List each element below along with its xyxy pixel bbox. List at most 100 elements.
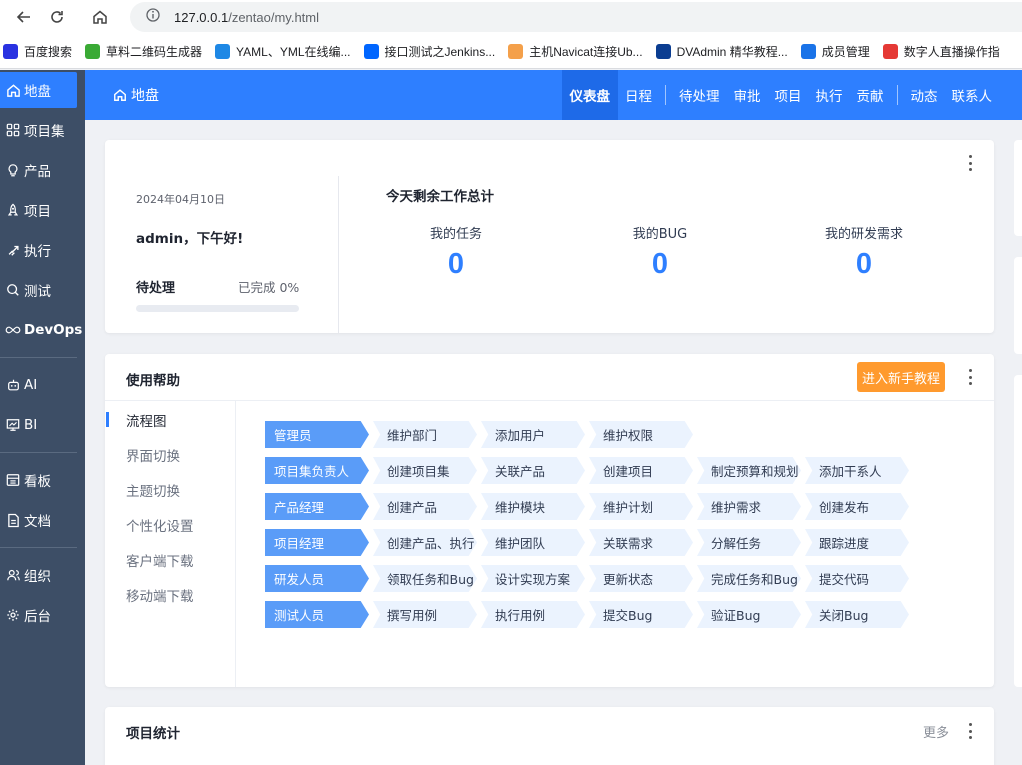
sidebar-item[interactable]: 后台 xyxy=(0,595,85,635)
address-bar[interactable]: 127.0.0.1/zentao/my.html xyxy=(130,2,1022,32)
header-tab[interactable]: 贡献 xyxy=(850,70,891,120)
flow-step[interactable]: 分解任务 xyxy=(697,529,801,556)
bookmark-item[interactable]: 成员管理 xyxy=(800,43,870,60)
guide-button[interactable]: 进入新手教程 xyxy=(857,362,945,392)
bookmark-item[interactable]: 主机Navicat连接Ub... xyxy=(508,43,643,60)
welcome-card: 2024年04月10日 admin，下午好! 待处理 已完成 0% 今天剩余工作… xyxy=(105,140,994,333)
divider xyxy=(338,176,339,333)
header-tab[interactable]: 执行 xyxy=(809,70,850,120)
header-tab[interactable]: 动态 xyxy=(904,70,945,120)
sidebar-item[interactable]: 测试 xyxy=(0,270,85,310)
bookmark-label: 主机Navicat连接Ub... xyxy=(529,45,643,59)
help-menu-item[interactable]: 界面切换 xyxy=(105,437,235,472)
header-brand[interactable]: 地盘 xyxy=(113,70,159,120)
flow-step[interactable]: 跟踪进度 xyxy=(805,529,909,556)
header-tab[interactable]: 日程 xyxy=(618,70,659,120)
todo-label[interactable]: 待处理 xyxy=(136,277,175,296)
header-tab[interactable]: 仪表盘 xyxy=(561,70,618,120)
stat-my-bugs[interactable]: 我的BUG 0 xyxy=(595,223,725,281)
stat-my-stories[interactable]: 我的研发需求 0 xyxy=(799,223,929,281)
flow-step[interactable]: 创建产品 xyxy=(373,493,477,520)
flow-step[interactable]: 提交代码 xyxy=(805,565,909,592)
sidebar-item[interactable]: BI xyxy=(0,405,85,445)
sidebar-item[interactable]: 产品 xyxy=(0,150,85,190)
flow-step[interactable]: 维护部门 xyxy=(373,421,477,448)
flow-step[interactable]: 验证Bug xyxy=(697,601,801,628)
flow-step[interactable]: 关联需求 xyxy=(589,529,693,556)
help-menu-item[interactable]: 客户端下载 xyxy=(105,542,235,577)
flow-role: 产品经理 xyxy=(265,493,369,520)
back-icon[interactable] xyxy=(14,7,34,27)
bookmark-item[interactable]: 草料二维码生成器 xyxy=(85,43,202,60)
sidebar-item[interactable]: 组织 xyxy=(0,555,85,595)
divider xyxy=(105,400,994,401)
sidebar-item-label: 产品 xyxy=(24,164,51,180)
header-tab[interactable]: 项目 xyxy=(768,70,809,120)
help-menu-item[interactable]: 个性化设置 xyxy=(105,507,235,542)
sidebar-item[interactable]: 项目集 xyxy=(0,110,85,150)
site-info-icon[interactable] xyxy=(146,8,160,26)
flow-step[interactable]: 维护模块 xyxy=(481,493,585,520)
flow-step[interactable]: 设计实现方案 xyxy=(481,565,585,592)
sidebar-item[interactable]: AI xyxy=(0,365,85,405)
bookmark-item[interactable]: 接口测试之Jenkins... xyxy=(363,43,496,60)
flow-step[interactable]: 制定预算和规划 xyxy=(697,457,801,484)
bookmark-item[interactable]: YAML、YML在线编... xyxy=(215,43,351,60)
sidebar-item[interactable]: 执行 xyxy=(0,230,85,270)
more-options-icon[interactable] xyxy=(964,155,976,171)
flow-step[interactable]: 维护团队 xyxy=(481,529,585,556)
flow-step[interactable]: 创建项目 xyxy=(589,457,693,484)
help-menu-item[interactable]: 流程图 xyxy=(105,402,235,437)
flow-step[interactable]: 创建产品、执行 xyxy=(373,529,477,556)
more-link[interactable]: 更多 xyxy=(923,722,949,741)
flow-step[interactable]: 领取任务和Bug xyxy=(373,565,477,592)
stat-label: 我的研发需求 xyxy=(824,227,903,242)
sidebar-item[interactable]: 文档 xyxy=(0,500,85,540)
sidebar-item[interactable]: 项目 xyxy=(0,190,85,230)
flow-step[interactable]: 完成任务和Bug xyxy=(697,565,801,592)
sidebar-item-label: BI xyxy=(24,417,38,433)
header-tab[interactable]: 待处理 xyxy=(672,70,727,120)
header-tab[interactable]: 联系人 xyxy=(945,70,1022,120)
run-icon xyxy=(5,242,21,258)
flow-step[interactable]: 维护权限 xyxy=(589,421,693,448)
home-icon xyxy=(113,88,127,102)
bookmark-item[interactable]: DVAdmin 精华教程... xyxy=(655,43,788,60)
flow-step[interactable]: 创建项目集 xyxy=(373,457,477,484)
flow-step[interactable]: 撰写用例 xyxy=(373,601,477,628)
home-browser-icon[interactable] xyxy=(90,7,110,27)
bookmark-label: 接口测试之Jenkins... xyxy=(384,45,496,59)
sidebar-item[interactable]: DevOps xyxy=(0,310,85,350)
bookmark-label: YAML、YML在线编... xyxy=(236,45,351,59)
flow-step[interactable]: 关联产品 xyxy=(481,457,585,484)
flow-step[interactable]: 维护计划 xyxy=(589,493,693,520)
help-menu-item[interactable]: 主题切换 xyxy=(105,472,235,507)
flow-role: 测试人员 xyxy=(265,601,369,628)
bookmark-label: 成员管理 xyxy=(821,45,870,59)
flow-step[interactable]: 维护需求 xyxy=(697,493,801,520)
bookmark-label: 百度搜索 xyxy=(24,45,73,59)
kanban-icon xyxy=(5,472,21,488)
flow-step[interactable]: 关闭Bug xyxy=(805,601,909,628)
flow-step[interactable]: 执行用例 xyxy=(481,601,585,628)
reload-icon[interactable] xyxy=(47,7,67,27)
bookmark-item[interactable]: 数字人直播操作指 xyxy=(882,43,1000,60)
sidebar-item-label: 测试 xyxy=(24,284,51,300)
sidebar-item[interactable]: 看板 xyxy=(0,460,85,500)
flow-step[interactable]: 创建发布 xyxy=(805,493,909,520)
more-options-icon[interactable] xyxy=(964,369,976,385)
header-tab[interactable]: 审批 xyxy=(727,70,768,120)
stat-my-tasks[interactable]: 我的任务 0 xyxy=(391,223,521,281)
project-stats-title: 项目统计 xyxy=(126,726,180,742)
flow-step[interactable]: 添加用户 xyxy=(481,421,585,448)
flow-row: 产品经理 创建产品 维护模块 维护计划 维护需求 创建发布 xyxy=(265,493,909,520)
sidebar-item[interactable]: 地盘 xyxy=(0,72,77,108)
more-options-icon[interactable] xyxy=(964,723,976,739)
flow-step[interactable]: 更新状态 xyxy=(589,565,693,592)
sidebar-item-label: DevOps xyxy=(24,322,83,338)
robot-icon xyxy=(5,377,21,393)
help-menu-item[interactable]: 移动端下载 xyxy=(105,577,235,612)
flow-step[interactable]: 提交Bug xyxy=(589,601,693,628)
bookmark-item[interactable]: 百度搜索 xyxy=(3,43,72,60)
flow-step[interactable]: 添加干系人 xyxy=(805,457,909,484)
